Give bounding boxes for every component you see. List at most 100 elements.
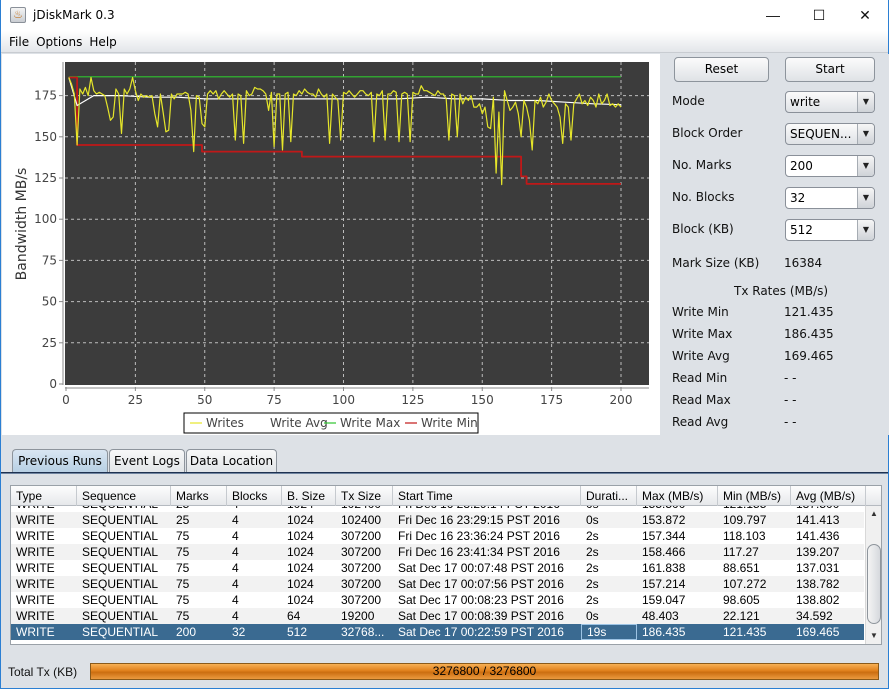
scroll-up-arrow-icon[interactable]: ▲ bbox=[866, 506, 881, 522]
y-tick-label: 75 bbox=[42, 253, 57, 267]
table-cell: 75 bbox=[176, 529, 190, 543]
table-cell: SEQUENTIAL bbox=[82, 625, 159, 639]
y-tick-label: 50 bbox=[42, 295, 57, 309]
reset-button[interactable]: Reset bbox=[674, 57, 769, 82]
table-cell: 4 bbox=[232, 577, 239, 591]
table-row[interactable]: WRITE SEQUENTIAL 75 4 1024 307200 Sat Dec 17 0… bbox=[11, 576, 864, 592]
table-row[interactable]: WRITE SEQUENTIAL 75 4 1024 307200 Sat Dec 17 0… bbox=[11, 560, 864, 576]
table-cell: 117.27 bbox=[723, 545, 759, 559]
table-cell: Fri Dec 16 23:36:24 PST 2016 bbox=[398, 529, 560, 543]
x-tick-label: 75 bbox=[266, 393, 281, 407]
table-row[interactable]: WRITE SEQUENTIAL 25 4 1024 102400 Fri Dec 16 2… bbox=[11, 512, 864, 528]
vertical-scrollbar[interactable]: ▲ ▼ bbox=[865, 506, 881, 644]
menu-options[interactable]: Options bbox=[32, 31, 85, 49]
table-cell: 512 bbox=[287, 625, 308, 639]
table-cell: 22.121 bbox=[723, 609, 760, 623]
mode-select[interactable]: write ▼ bbox=[785, 91, 875, 113]
column-header[interactable]: Marks bbox=[171, 486, 227, 506]
table-cell: SEQUENTIAL bbox=[82, 513, 159, 527]
table-body: WRITE SEQUENTIAL 25 4 1024 102400 Fri Dec 16 2… bbox=[11, 506, 864, 644]
x-tick-label: 200 bbox=[610, 393, 633, 407]
block-kb-select[interactable]: 512 ▼ bbox=[785, 219, 875, 241]
table-cell: SEQUENTIAL bbox=[82, 577, 159, 591]
column-header[interactable]: Min (MB/s) bbox=[718, 486, 791, 506]
bandwidth-chart-panel: 0 25 50 75 100 125 150 175 200 0 25 50 75 100 125 150 17… bbox=[2, 54, 660, 435]
tab-previous-runs[interactable]: Previous Runs bbox=[12, 449, 108, 474]
table-row[interactable]: WRITE SEQUENTIAL 75 4 1024 307200 Sat Dec 17 0… bbox=[11, 592, 864, 608]
mark-size-label: Mark Size (KB) bbox=[672, 256, 760, 270]
scrollbar-thumb[interactable] bbox=[867, 544, 881, 624]
table-cell: 1024 bbox=[287, 529, 314, 543]
read-avg-label: Read Avg bbox=[672, 415, 729, 429]
column-header[interactable]: Tx Size bbox=[336, 486, 393, 506]
write-max-label: Write Max bbox=[672, 327, 733, 341]
maximize-button[interactable]: ☐ bbox=[796, 0, 842, 31]
tab-divider bbox=[1, 472, 888, 474]
block-kb-label: Block (KB) bbox=[672, 222, 734, 236]
menu-help[interactable]: Help bbox=[85, 31, 119, 49]
table-row[interactable]: WRITE SEQUENTIAL 75 4 1024 307200 Fri Dec 16 2… bbox=[11, 544, 864, 560]
menu-file[interactable]: File bbox=[1, 31, 32, 49]
table-row[interactable]: WRITE SEQUENTIAL 75 4 1024 307200 Fri Dec 16 2… bbox=[11, 528, 864, 544]
table-cell: 169.465 bbox=[796, 625, 840, 639]
chevron-down-icon[interactable]: ▼ bbox=[857, 92, 874, 112]
column-header[interactable]: Blocks bbox=[227, 486, 282, 506]
chevron-down-icon[interactable]: ▼ bbox=[857, 188, 874, 208]
column-header[interactable]: Max (MB/s) bbox=[637, 486, 718, 506]
start-button[interactable]: Start bbox=[785, 57, 875, 82]
y-tick-label: 25 bbox=[42, 336, 57, 350]
mode-label: Mode bbox=[672, 94, 705, 108]
close-button[interactable]: ✕ bbox=[842, 0, 888, 31]
table-cell: 88.651 bbox=[723, 561, 760, 575]
no-blocks-label: No. Blocks bbox=[672, 190, 735, 204]
table-cell: 2s bbox=[586, 577, 599, 591]
table-row[interactable]: WRITE SEQUENTIAL 75 4 64 19200 Sat Dec 17 00:0… bbox=[11, 608, 864, 624]
table-cell: 118.103 bbox=[723, 529, 766, 543]
column-header[interactable]: Type bbox=[11, 486, 77, 506]
chevron-down-icon[interactable]: ▼ bbox=[857, 156, 874, 176]
chevron-down-icon[interactable]: ▼ bbox=[857, 124, 874, 144]
x-tick-label: 175 bbox=[540, 393, 563, 407]
column-header[interactable]: Durati... bbox=[581, 486, 637, 506]
column-header[interactable]: Sequence bbox=[77, 486, 171, 506]
table-cell: 121.435 bbox=[723, 625, 767, 639]
minimize-button[interactable]: — bbox=[750, 0, 796, 31]
column-header[interactable]: Avg (MB/s) bbox=[791, 486, 866, 506]
table-cell: 139.207 bbox=[796, 545, 840, 559]
no-blocks-value: 32 bbox=[790, 191, 806, 205]
legend-label: Write Avg bbox=[270, 416, 328, 430]
tab-event-logs[interactable]: Event Logs bbox=[109, 449, 185, 472]
table-cell: 19200 bbox=[341, 609, 375, 623]
table-cell: 307200 bbox=[341, 545, 382, 559]
y-axis-label: Bandwidth MB/s bbox=[14, 168, 30, 281]
table-cell: 4 bbox=[232, 609, 239, 623]
scroll-down-arrow-icon[interactable]: ▼ bbox=[866, 628, 881, 644]
y-tick-label: 100 bbox=[34, 212, 57, 226]
no-blocks-select[interactable]: 32 ▼ bbox=[785, 187, 875, 209]
block-order-select[interactable]: SEQUEN... ▼ bbox=[785, 123, 875, 145]
y-tick-label: 175 bbox=[34, 89, 57, 103]
column-header[interactable]: Start Time bbox=[393, 486, 581, 506]
table-cell: Sat Dec 17 00:07:48 PST 2016 bbox=[398, 561, 564, 575]
read-max-label: Read Max bbox=[672, 393, 731, 407]
table-cell: 307200 bbox=[341, 561, 382, 575]
x-tick-label: 50 bbox=[197, 393, 212, 407]
no-marks-select[interactable]: 200 ▼ bbox=[785, 155, 875, 177]
chart-legend: Writes Write Avg Write Max Write Min bbox=[183, 412, 479, 434]
menu-bar: File Options Help bbox=[1, 31, 888, 53]
table-cell: Sat Dec 17 00:22:59 PST 2016 bbox=[398, 625, 564, 639]
x-tick-label: 25 bbox=[128, 393, 143, 407]
table-cell: 25 bbox=[176, 513, 190, 527]
table-cell: 4 bbox=[232, 513, 239, 527]
table-cell: 4 bbox=[232, 561, 239, 575]
table-row[interactable]: WRITE SEQUENTIAL 200 32 512 32768... Sat Dec 1… bbox=[11, 624, 864, 640]
table-cell: WRITE bbox=[16, 545, 55, 559]
controls-panel: Reset Start Mode write ▼ Block Order SEQ… bbox=[661, 54, 889, 435]
window-title: jDiskMark 0.3 bbox=[33, 8, 115, 22]
tab-data-location[interactable]: Data Location bbox=[186, 449, 277, 472]
table-cell: 75 bbox=[176, 593, 190, 607]
bottom-tabs: Previous Runs Event Logs Data Location bbox=[1, 449, 888, 474]
chevron-down-icon[interactable]: ▼ bbox=[857, 220, 874, 240]
column-header[interactable]: B. Size bbox=[282, 486, 336, 506]
table-cell: SEQUENTIAL bbox=[82, 545, 159, 559]
